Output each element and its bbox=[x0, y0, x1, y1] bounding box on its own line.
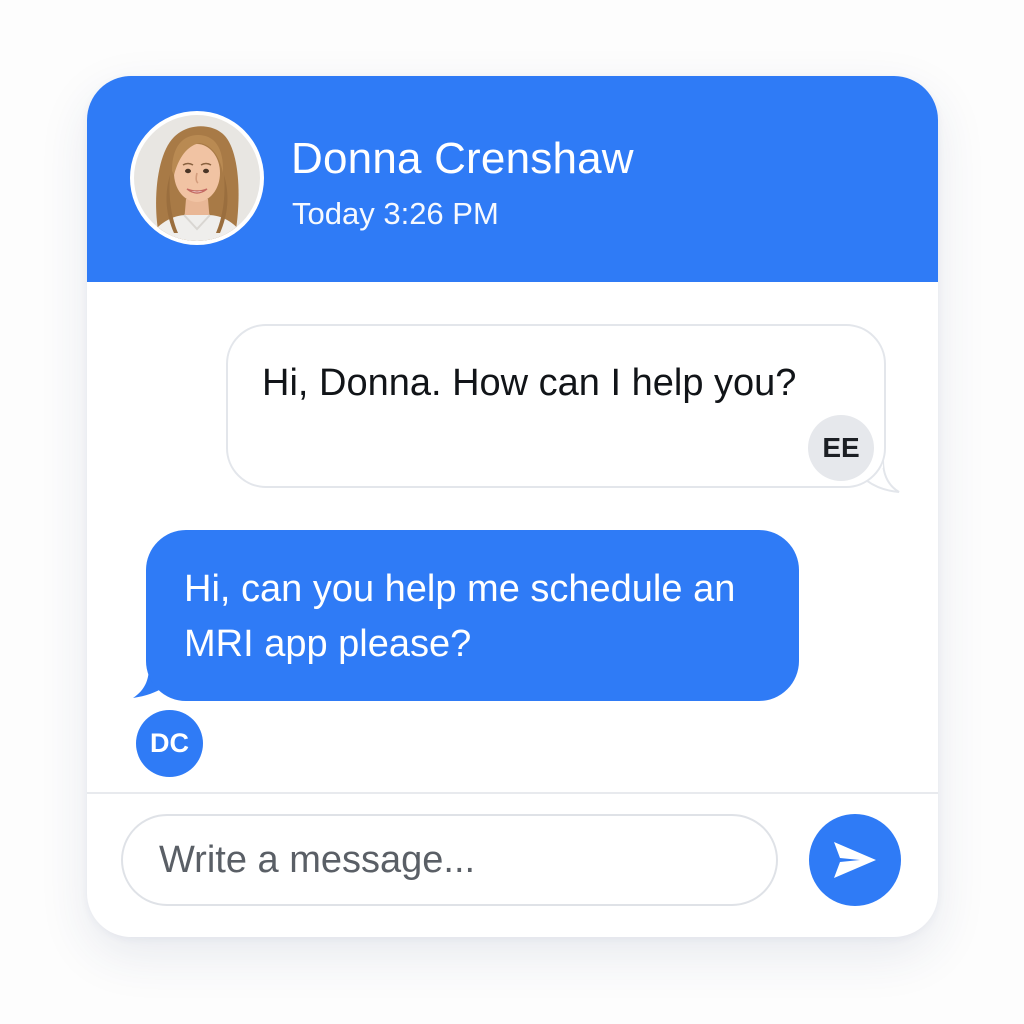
outgoing-message-bubble: Hi, can you help me schedule an MRI app … bbox=[146, 530, 799, 701]
send-icon bbox=[834, 842, 876, 878]
sender-avatar-dc: DC bbox=[136, 710, 203, 777]
contact-timestamp: Today 3:26 PM bbox=[292, 196, 499, 231]
message-text: Hi, Donna. How can I help you? bbox=[262, 362, 797, 404]
chat-header: Donna Crenshaw Today 3:26 PM bbox=[87, 76, 938, 282]
avatar[interactable] bbox=[130, 111, 264, 245]
message-input[interactable] bbox=[159, 816, 739, 904]
message-text: Hi, can you help me schedule an MRI app … bbox=[184, 568, 736, 665]
message-composer bbox=[121, 814, 778, 906]
contact-name: Donna Crenshaw bbox=[291, 134, 634, 183]
page: Donna Crenshaw Today 3:26 PM Hi, Donna. … bbox=[0, 0, 1024, 1024]
sender-avatar-ee: EE bbox=[808, 415, 874, 481]
composer-divider bbox=[87, 792, 938, 794]
send-button[interactable] bbox=[809, 814, 901, 906]
chat-window: Donna Crenshaw Today 3:26 PM Hi, Donna. … bbox=[87, 76, 938, 937]
incoming-message-bubble: Hi, Donna. How can I help you? bbox=[226, 324, 886, 488]
avatar-photo bbox=[134, 115, 260, 241]
